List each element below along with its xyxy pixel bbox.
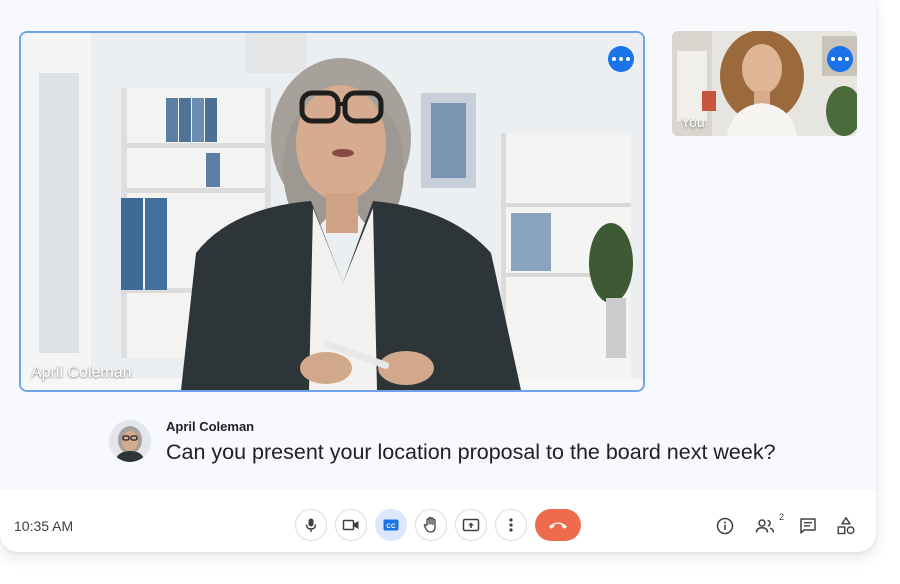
activities-button[interactable]: [835, 515, 857, 537]
main-tile-more-options-button[interactable]: [608, 46, 634, 72]
self-tile-more-options-button[interactable]: [827, 46, 853, 72]
control-bar: 10:35 AM CC: [0, 490, 876, 552]
end-call-button[interactable]: [535, 509, 581, 541]
closed-captions-icon: CC: [383, 519, 399, 531]
present-screen-button[interactable]: [455, 509, 487, 541]
more-options-icon: [509, 518, 513, 532]
meeting-info-button[interactable]: [714, 515, 736, 537]
microphone-button[interactable]: [295, 509, 327, 541]
chat-icon: [800, 518, 816, 534]
present-screen-icon: [462, 518, 480, 532]
people-icon: [755, 519, 775, 533]
caption-text: Can you present your location proposal t…: [166, 440, 776, 464]
raise-hand-icon: [423, 516, 436, 533]
meeting-window: April Coleman You April Coleman Can you …: [0, 0, 876, 552]
captions-button[interactable]: CC: [375, 509, 407, 541]
self-video-tile[interactable]: You: [672, 31, 857, 136]
raise-hand-button[interactable]: [415, 509, 447, 541]
activities-icon: [837, 517, 855, 535]
meeting-info-icon: [716, 517, 734, 535]
chat-button[interactable]: [797, 515, 819, 537]
microphone-icon: [305, 518, 317, 532]
more-dots-icon: [612, 57, 616, 61]
more-options-button[interactable]: [495, 509, 527, 541]
more-dots-icon: [831, 57, 835, 61]
people-button[interactable]: [754, 515, 776, 537]
self-tile-label: You: [681, 114, 705, 130]
meeting-clock: 10:35 AM: [14, 518, 74, 534]
main-tile-participant-name: April Coleman: [31, 364, 132, 381]
camera-icon: [342, 519, 359, 531]
caption-speaker-avatar: [109, 420, 151, 462]
svg-text:CC: CC: [386, 523, 396, 530]
end-call-icon: [549, 522, 567, 529]
camera-button[interactable]: [335, 509, 367, 541]
main-video-tile[interactable]: April Coleman: [19, 31, 645, 392]
participant-video-feed: [21, 33, 643, 390]
caption-speaker-name: April Coleman: [166, 419, 255, 434]
people-count-badge: 2: [779, 512, 785, 522]
